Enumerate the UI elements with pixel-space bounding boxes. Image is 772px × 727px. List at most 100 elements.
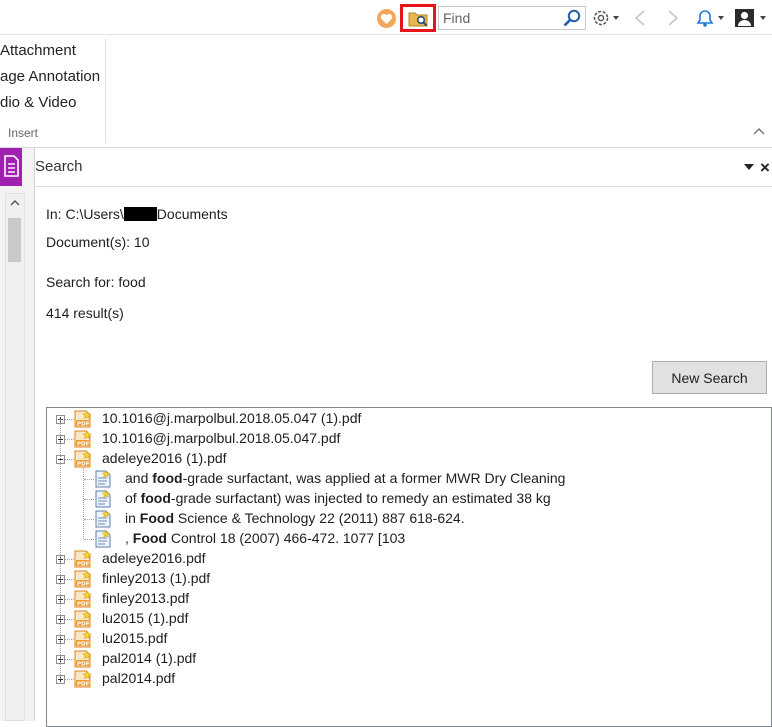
pdf-file-icon: PDF bbox=[74, 670, 92, 691]
match-snippet-text: of food-grade surfactant) was injected t… bbox=[125, 490, 551, 506]
result-file-name: adeleye2016.pdf bbox=[102, 550, 206, 566]
new-search-button[interactable]: New Search bbox=[652, 361, 767, 394]
svg-text:PDF: PDF bbox=[77, 681, 90, 687]
tree-connector bbox=[65, 639, 74, 640]
search-term: Search for: food bbox=[46, 274, 146, 290]
tree-connector bbox=[65, 419, 74, 420]
panel-menu-icon[interactable] bbox=[743, 163, 755, 171]
pdf-file-icon: PDF bbox=[74, 430, 92, 451]
ribbon-item-image-annotation[interactable]: age Annotation bbox=[0, 68, 100, 85]
search-match-row[interactable]: of food-grade surfactant) was injected t… bbox=[47, 489, 747, 509]
search-panel: Search × In: C:\Users\ Documents Document… bbox=[35, 148, 772, 727]
match-context-before: in bbox=[125, 510, 140, 526]
tree-connector bbox=[84, 539, 94, 540]
svg-text:PDF: PDF bbox=[77, 561, 90, 567]
match-context-before: , bbox=[125, 530, 133, 546]
tree-connector bbox=[65, 439, 74, 440]
pdf-file-icon: PDF bbox=[74, 550, 92, 571]
user-account-icon[interactable] bbox=[734, 8, 770, 28]
ribbon-group-label: Insert bbox=[8, 126, 39, 140]
match-highlight: Food bbox=[139, 510, 175, 526]
search-match-row[interactable]: and food-grade surfactant, was applied a… bbox=[47, 469, 747, 489]
match-snippet-icon bbox=[94, 489, 112, 511]
svg-text:PDF: PDF bbox=[77, 581, 90, 587]
tree-connector bbox=[84, 499, 94, 500]
panel-title: Search bbox=[35, 158, 83, 175]
find-input[interactable] bbox=[441, 9, 563, 27]
svg-text:PDF: PDF bbox=[77, 461, 90, 467]
pdf-page-icon bbox=[4, 155, 19, 177]
search-location-prefix: In: C:\Users\ bbox=[46, 206, 124, 222]
redacted-username bbox=[123, 207, 157, 221]
match-context-after: Science & Technology 22 (2011) 887 618-6… bbox=[174, 510, 465, 526]
search-location: In: C:\Users\ Documents bbox=[46, 206, 228, 222]
ribbon: Attachment age Annotation dio & Video In… bbox=[0, 35, 772, 148]
result-file-row[interactable]: PDF finley2013 (1).pdf bbox=[47, 569, 747, 589]
vertical-scrollbar[interactable] bbox=[5, 193, 25, 721]
result-file-row[interactable]: PDF adeleye2016 (1).pdf bbox=[47, 449, 747, 469]
result-file-name: 10.1016@j.marpolbul.2018.05.047.pdf bbox=[102, 430, 341, 446]
ribbon-item-attachment[interactable]: Attachment bbox=[0, 42, 76, 59]
result-file-name: lu2015 (1).pdf bbox=[102, 610, 189, 626]
ribbon-separator bbox=[105, 39, 106, 143]
close-icon[interactable]: × bbox=[760, 158, 770, 178]
pdf-file-icon: PDF bbox=[74, 590, 92, 611]
match-snippet-text: , Food Control 18 (2007) 466-472. 1077 [… bbox=[125, 530, 405, 546]
favorite-heart-icon[interactable] bbox=[377, 9, 396, 28]
svg-text:PDF: PDF bbox=[77, 621, 90, 627]
svg-text:PDF: PDF bbox=[77, 641, 90, 647]
tree-connector bbox=[65, 459, 74, 460]
search-match-row[interactable]: , Food Control 18 (2007) 466-472. 1077 [… bbox=[47, 529, 747, 549]
advanced-search-button[interactable] bbox=[400, 4, 436, 32]
previous-arrow-icon[interactable] bbox=[633, 8, 647, 28]
bell-notification-icon[interactable] bbox=[694, 8, 728, 28]
result-file-row[interactable]: PDF finley2013.pdf bbox=[47, 589, 747, 609]
ribbon-item-audio-video[interactable]: dio & Video bbox=[0, 94, 76, 111]
pdf-file-icon: PDF bbox=[74, 650, 92, 671]
svg-text:PDF: PDF bbox=[77, 421, 90, 427]
match-snippet-text: in Food Science & Technology 22 (2011) 8… bbox=[125, 510, 465, 526]
scrollbar-thumb[interactable] bbox=[8, 218, 21, 262]
scroll-up-icon[interactable] bbox=[10, 200, 20, 206]
tree-connector bbox=[60, 419, 61, 679]
match-highlight: Food bbox=[132, 530, 167, 546]
search-icon[interactable] bbox=[562, 9, 582, 28]
search-panel-header: Search × bbox=[35, 148, 772, 187]
result-file-row[interactable]: PDF lu2015 (1).pdf bbox=[47, 609, 747, 629]
match-highlight: food bbox=[152, 470, 183, 486]
collapse-ribbon-icon[interactable] bbox=[753, 127, 765, 135]
match-context-after: -grade surfactant) was injected to remed… bbox=[170, 490, 551, 506]
match-snippet-icon bbox=[94, 509, 112, 531]
result-file-row[interactable]: PDF pal2014.pdf bbox=[47, 669, 747, 689]
tree-connector bbox=[65, 659, 74, 660]
tree-connector bbox=[65, 579, 74, 580]
left-navigation-strip bbox=[0, 148, 35, 721]
match-highlight: food bbox=[140, 490, 171, 506]
svg-text:PDF: PDF bbox=[77, 441, 90, 447]
result-file-name: finley2013.pdf bbox=[102, 590, 190, 606]
result-file-name: 10.1016@j.marpolbul.2018.05.047 (1).pdf bbox=[102, 410, 362, 426]
pdf-file-icon: PDF bbox=[74, 570, 92, 591]
next-arrow-icon[interactable] bbox=[666, 8, 680, 28]
pdf-document-tab[interactable] bbox=[0, 148, 22, 186]
search-results-tree[interactable]: PDF 10.1016@j.marpolbul.2018.05.047 (1).p… bbox=[46, 407, 772, 727]
gear-icon[interactable] bbox=[591, 8, 621, 28]
match-context-before: of bbox=[125, 490, 141, 506]
document-count: Document(s): 10 bbox=[46, 234, 150, 250]
result-file-row[interactable]: PDF adeleye2016.pdf bbox=[47, 549, 747, 569]
search-match-row[interactable]: in Food Science & Technology 22 (2011) 8… bbox=[47, 509, 747, 529]
result-file-row[interactable]: PDF 10.1016@j.marpolbul.2018.05.047 (1).p… bbox=[47, 409, 747, 429]
result-file-row[interactable]: PDF pal2014 (1).pdf bbox=[47, 649, 747, 669]
tree-connector bbox=[65, 619, 74, 620]
match-context-before: and bbox=[125, 470, 153, 486]
match-snippet-icon bbox=[94, 529, 112, 551]
tree-connector bbox=[84, 479, 94, 480]
result-file-name: adeleye2016 (1).pdf bbox=[102, 450, 227, 466]
result-file-row[interactable]: PDF 10.1016@j.marpolbul.2018.05.047.pdf bbox=[47, 429, 747, 449]
pdf-file-icon: PDF bbox=[74, 610, 92, 631]
result-file-row[interactable]: PDF lu2015.pdf bbox=[47, 629, 747, 649]
svg-text:PDF: PDF bbox=[77, 661, 90, 667]
pdf-file-icon: PDF bbox=[74, 630, 92, 651]
tree-connector bbox=[84, 519, 94, 520]
search-location-suffix: Documents bbox=[156, 206, 228, 222]
